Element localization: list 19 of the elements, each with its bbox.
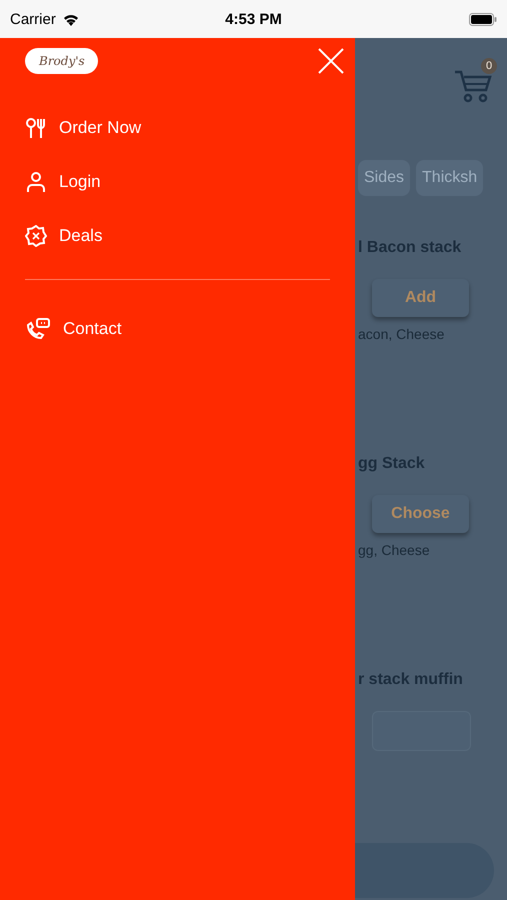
utensils-icon — [25, 117, 47, 139]
phone-chat-icon — [25, 317, 51, 341]
add-button[interactable]: Choose — [372, 494, 469, 533]
close-icon[interactable] — [317, 47, 345, 75]
discount-badge-icon — [25, 225, 47, 247]
category-tab[interactable]: Sides — [358, 160, 410, 196]
category-tab[interactable]: Thicksh — [416, 160, 484, 196]
logo: Brody's — [25, 48, 98, 74]
menu-item[interactable]: Order Now — [25, 101, 355, 155]
menu-item[interactable]: Deals — [25, 209, 355, 263]
clock-time: 4:53 PM — [225, 10, 282, 28]
add-button[interactable]: Add — [372, 279, 469, 317]
menu-item[interactable]: Contact — [25, 302, 355, 356]
battery-icon — [469, 12, 497, 26]
cart-count-badge: 0 — [481, 58, 497, 74]
carrier-label: Carrier — [10, 10, 56, 28]
wifi-icon — [62, 12, 80, 26]
menu-item[interactable]: Login — [25, 155, 355, 209]
user-icon — [25, 171, 47, 193]
